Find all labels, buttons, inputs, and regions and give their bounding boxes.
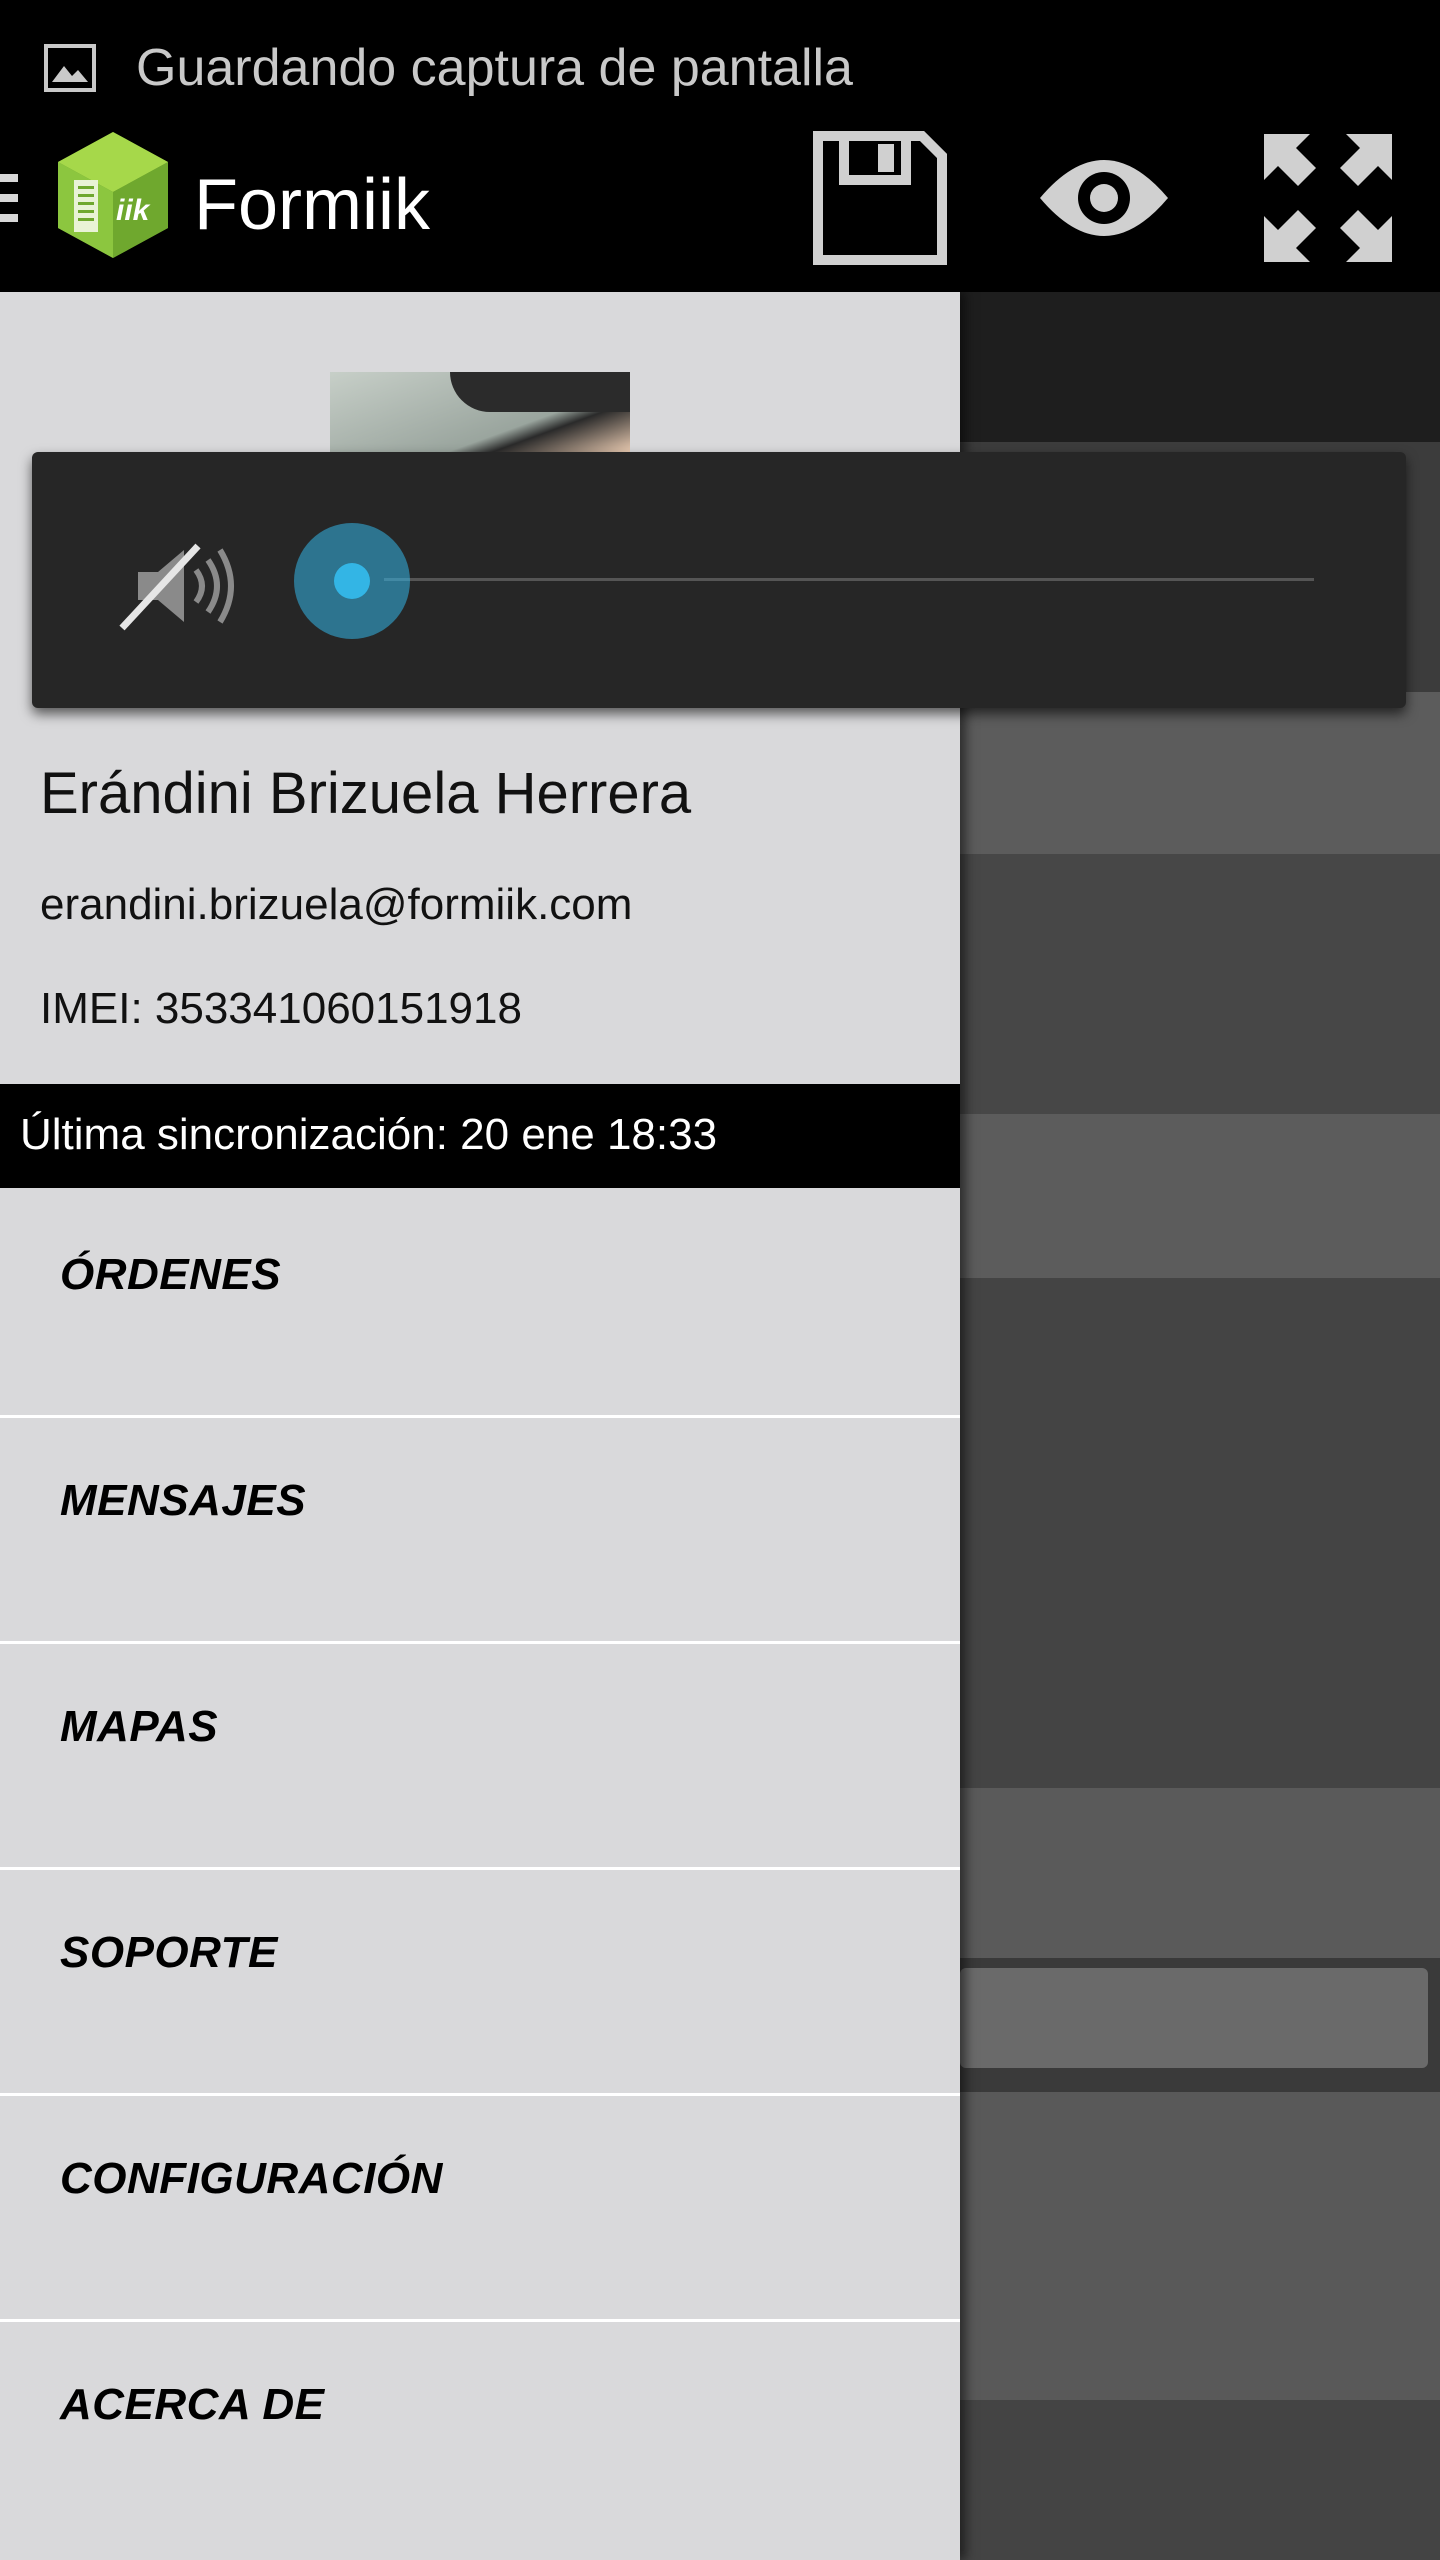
bg-section	[960, 1114, 1440, 1278]
volume-slider-track[interactable]	[384, 578, 1314, 581]
menu-item-label: MAPAS	[60, 1702, 219, 1751]
user-name: Erándini Brizuela Herrera	[40, 761, 692, 826]
menu-item-configuracion[interactable]: CONFIGURACIÓN	[0, 2096, 960, 2322]
bg-section	[960, 2092, 1440, 2400]
bg-section	[960, 692, 1440, 854]
eye-icon[interactable]	[1034, 128, 1174, 268]
expand-arrows-icon[interactable]	[1258, 128, 1398, 268]
logo-text: iik	[116, 194, 151, 227]
menu-item-mapas[interactable]: MAPAS	[0, 1644, 960, 1870]
menu-icon[interactable]	[0, 174, 18, 234]
image-icon	[44, 44, 96, 92]
menu-item-label: MENSAJES	[60, 1476, 307, 1525]
speaker-muted-icon[interactable]	[116, 536, 242, 636]
menu-item-acerca-de[interactable]: ACERCA DE	[0, 2322, 960, 2548]
menu-item-ordenes[interactable]: ÓRDENES	[0, 1192, 960, 1418]
floppy-disk-icon[interactable]	[810, 128, 950, 268]
menu-item-soporte[interactable]: SOPORTE	[0, 1870, 960, 2096]
drawer-menu: ÓRDENES MENSAJES MAPAS SOPORTE CONFIGURA…	[0, 1192, 960, 2548]
app-logo-icon[interactable]: iik	[54, 128, 172, 262]
status-bar: Guardando captura de pantalla	[0, 0, 1440, 140]
bg-section	[960, 2400, 1440, 2560]
user-imei: IMEI: 353341060151918	[40, 984, 522, 1033]
menu-item-label: SOPORTE	[60, 1928, 278, 1977]
menu-item-label: CONFIGURACIÓN	[60, 2154, 443, 2203]
bg-section	[960, 1278, 1440, 1788]
sync-status-bar: Última sincronización: 20 ene 18:33	[0, 1084, 960, 1188]
volume-panel	[32, 452, 1406, 708]
menu-item-label: ACERCA DE	[60, 2380, 325, 2429]
menu-item-mensajes[interactable]: MENSAJES	[0, 1418, 960, 1644]
last-sync-text: Última sincronización: 20 ene 18:33	[20, 1110, 718, 1159]
bg-section	[960, 1788, 1440, 1958]
user-email: erandini.brizuela@formiik.com	[40, 880, 633, 929]
bg-input	[960, 1968, 1428, 2068]
menu-item-label: ÓRDENES	[60, 1250, 282, 1299]
bg-header-strip	[960, 292, 1440, 442]
app-title: Formiik	[194, 165, 430, 245]
volume-slider-thumb[interactable]	[334, 563, 370, 599]
bg-section	[960, 854, 1440, 1114]
notification-text: Guardando captura de pantalla	[136, 39, 853, 97]
